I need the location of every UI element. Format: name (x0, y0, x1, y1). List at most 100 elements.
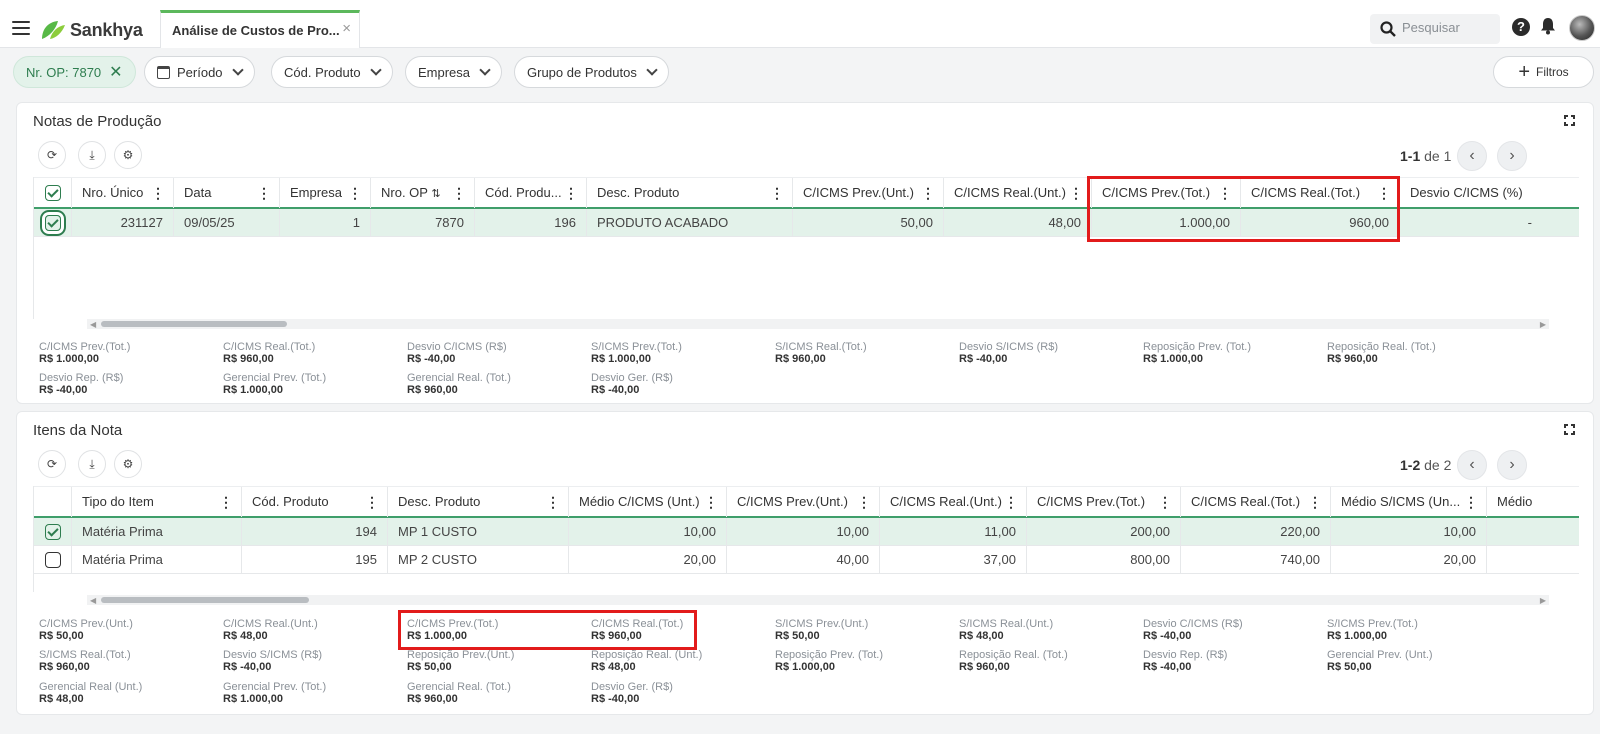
table-cell[interactable]: PRODUTO ACABADO (587, 209, 793, 236)
table-cell[interactable]: 40,00 (727, 546, 880, 573)
table-cell[interactable]: - (1400, 209, 1542, 236)
brand-logo[interactable]: Sankhya (40, 18, 143, 42)
search-box[interactable] (1370, 14, 1500, 44)
column-menu-icon[interactable]: ⋮ (365, 487, 379, 517)
column-menu-icon[interactable]: ⋮ (546, 487, 560, 517)
tab-analise-custos[interactable]: Análise de Custos de Pro... × (160, 10, 360, 48)
filter-chip-empresa[interactable]: Empresa (405, 56, 503, 88)
horizontal-scrollbar[interactable]: ◀ ▶ (87, 595, 1549, 605)
settings-gear-icon[interactable]: ⚙ (114, 450, 142, 478)
scrollbar-thumb[interactable] (101, 321, 287, 327)
row-checkbox[interactable] (45, 552, 61, 568)
search-input[interactable] (1402, 20, 1494, 35)
scroll-left-icon[interactable]: ◀ (90, 596, 96, 605)
column-menu-icon[interactable]: ⋮ (1158, 487, 1172, 517)
download-icon[interactable]: ⤓ (78, 450, 106, 478)
table-cell[interactable]: MP 2 CUSTO (388, 546, 569, 573)
column-header[interactable]: Desc. Produto ⋮ (388, 487, 569, 517)
refresh-icon[interactable]: ⟳ (38, 450, 66, 478)
refresh-icon[interactable]: ⟳ (38, 141, 66, 169)
table-cell[interactable]: 200,00 (1027, 518, 1181, 545)
table-cell[interactable]: 194 (242, 518, 388, 545)
column-menu-icon[interactable]: ⋮ (1004, 487, 1018, 517)
scroll-left-icon[interactable]: ◀ (90, 320, 96, 329)
column-header[interactable]: Desvio C/ICMS (%) (1400, 178, 1579, 208)
column-menu-icon[interactable]: ⋮ (452, 178, 466, 208)
table-cell[interactable]: 11,00 (880, 518, 1027, 545)
column-menu-icon[interactable]: ⋮ (1308, 487, 1322, 517)
table-cell[interactable]: 20,00 (1331, 546, 1487, 573)
prev-page-button[interactable]: ‹ (1457, 450, 1487, 480)
column-header[interactable]: C/ICMS Prev.(Unt.) ⋮ (793, 178, 944, 208)
table-row[interactable]: Matéria Prima 195 MP 2 CUSTO 20,00 40,00… (34, 546, 1579, 574)
column-header[interactable]: C/ICMS Real.(Unt.) ⋮ (880, 487, 1027, 517)
settings-gear-icon[interactable]: ⚙ (114, 141, 142, 169)
table-cell[interactable]: 196 (475, 209, 587, 236)
row-select-cell[interactable] (34, 546, 72, 573)
table-cell[interactable]: 1 (280, 209, 371, 236)
table-cell[interactable] (1487, 518, 1579, 545)
filter-chip-grupo-produtos[interactable]: Grupo de Produtos (514, 56, 669, 88)
row-checkbox[interactable] (45, 524, 61, 540)
column-menu-icon[interactable]: ⋮ (1069, 178, 1083, 208)
table-cell[interactable]: 220,00 (1181, 518, 1331, 545)
table-cell[interactable]: 195 (242, 546, 388, 573)
scroll-right-icon[interactable]: ▶ (1540, 320, 1546, 329)
help-icon[interactable]: ? (1512, 18, 1530, 36)
table-cell[interactable]: 37,00 (880, 546, 1027, 573)
filter-chip-periodo[interactable]: Período (144, 56, 255, 88)
horizontal-scrollbar[interactable]: ◀ ▶ (87, 319, 1549, 329)
next-page-button[interactable]: › (1497, 450, 1527, 480)
table-cell[interactable]: 800,00 (1027, 546, 1181, 573)
column-header[interactable]: Médio S/ICMS (Un... ⋮ (1331, 487, 1487, 517)
column-header[interactable]: Nro. Único ⋮ (72, 178, 174, 208)
table-cell[interactable]: Matéria Prima (72, 546, 242, 573)
next-page-button[interactable]: › (1497, 141, 1527, 171)
column-header[interactable]: C/ICMS Real.(Tot.) ⋮ (1181, 487, 1331, 517)
column-header[interactable]: Empresa ⋮ (280, 178, 371, 208)
filter-chip-nr-op[interactable]: Nr. OP: 7870 ✕ (13, 56, 136, 88)
checkbox-select-all[interactable] (45, 185, 61, 201)
column-menu-icon[interactable]: ⋮ (257, 178, 271, 208)
scrollbar-thumb[interactable] (101, 597, 309, 603)
table-cell[interactable]: 10,00 (569, 518, 727, 545)
close-icon[interactable]: × (342, 20, 351, 37)
row-checkbox[interactable] (45, 215, 61, 231)
scroll-right-icon[interactable]: ▶ (1540, 596, 1546, 605)
prev-page-button[interactable]: ‹ (1457, 141, 1487, 171)
download-icon[interactable]: ⤓ (78, 141, 106, 169)
column-menu-icon[interactable]: ⋮ (1464, 487, 1478, 517)
column-header[interactable]: C/ICMS Real.(Unt.) ⋮ (944, 178, 1092, 208)
table-cell[interactable]: MP 1 CUSTO (388, 518, 569, 545)
column-header[interactable]: Cód. Produ... ⋮ (475, 178, 587, 208)
column-header[interactable]: Cód. Produto ⋮ (242, 487, 388, 517)
column-menu-icon[interactable]: ⋮ (219, 487, 233, 517)
hamburger-menu-icon[interactable] (12, 21, 30, 35)
sort-icon[interactable]: ⇅ (431, 188, 440, 200)
table-cell[interactable]: 20,00 (569, 546, 727, 573)
column-header[interactable]: Médio C/ICMS (Unt.) ⋮ (569, 487, 727, 517)
table-cell[interactable]: 7870 (371, 209, 475, 236)
column-header[interactable]: C/ICMS Prev.(Unt.) ⋮ (727, 487, 880, 517)
table-cell[interactable]: 09/05/25 (174, 209, 280, 236)
column-menu-icon[interactable]: ⋮ (151, 178, 165, 208)
table-cell[interactable]: 50,00 (793, 209, 944, 236)
column-header[interactable]: Médio (1487, 487, 1579, 517)
table-cell[interactable]: 231127 (72, 209, 174, 236)
expand-icon[interactable] (1564, 115, 1575, 126)
column-header[interactable]: Nro. OP ⇅ ⋮ (371, 178, 475, 208)
column-menu-icon[interactable]: ⋮ (857, 487, 871, 517)
table-cell[interactable] (1487, 546, 1579, 573)
column-menu-icon[interactable]: ⋮ (704, 487, 718, 517)
filter-chip-cod-produto[interactable]: Cód. Produto (271, 56, 393, 88)
table-cell[interactable]: 10,00 (1331, 518, 1487, 545)
table-cell[interactable]: 10,00 (727, 518, 880, 545)
select-all-cell[interactable] (34, 178, 72, 208)
column-header[interactable]: C/ICMS Prev.(Tot.) ⋮ (1027, 487, 1181, 517)
column-menu-icon[interactable]: ⋮ (564, 178, 578, 208)
column-header[interactable]: Tipo do Item ⋮ (72, 487, 242, 517)
close-icon[interactable]: ✕ (109, 62, 122, 82)
table-cell[interactable]: 740,00 (1181, 546, 1331, 573)
avatar[interactable] (1569, 15, 1595, 41)
table-cell[interactable]: Matéria Prima (72, 518, 242, 545)
